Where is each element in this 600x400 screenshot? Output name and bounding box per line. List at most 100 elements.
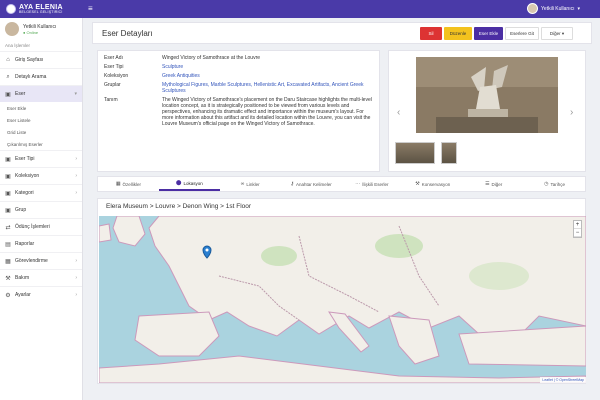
sidebar-subitem-grid[interactable]: Grid Liste [0, 126, 82, 138]
zoom-out-button[interactable]: − [574, 229, 581, 237]
artifact-image[interactable] [416, 57, 558, 133]
artifact-name: Winged Victory of Samothrace at the Louv… [162, 55, 261, 61]
location-breadcrumb: Elera Museum > Louvre > Denon Wing > 1st… [106, 203, 252, 210]
sidebar-item-odunc[interactable]: ⇄ Ödünç İşlemleri [0, 218, 82, 235]
sidebar-item-eser[interactable]: ▣ Eser ▾ [0, 85, 82, 102]
chevron-down-icon: ▾ [74, 91, 77, 97]
tab-properties[interactable]: ▦ Özellikler [98, 177, 159, 191]
detail-tabs: ▦ Özellikler ⬤ Lokasyon ∞ Linkler ⚷ Anahtar … [97, 176, 586, 192]
statue-illustration [416, 57, 558, 133]
sidebar-section-label: Ana İşlemler [5, 43, 31, 48]
list-icon: ☰ [485, 181, 490, 187]
sidebar-item-search[interactable]: ⌕ Detaylı Arama [0, 68, 82, 85]
chevron-right-icon: › [75, 190, 77, 196]
detail-row: Eser Adı Winged Victory of Samothrace at … [104, 55, 373, 61]
clock-icon: ◷ [544, 181, 549, 187]
sidebar-item-gorevlendirme[interactable]: ▦ Görevlendirme › [0, 252, 82, 269]
sidebar-item-eser-tipi[interactable]: ▣ Eser Tipi › [0, 150, 82, 167]
wrench-icon: ⚒ [415, 181, 420, 187]
thumbnail[interactable] [395, 142, 435, 164]
gear-icon: ⚙ [5, 292, 11, 299]
sidebar-user: Yetkili Kullanıcı ● Online [0, 18, 82, 40]
top-navbar: AYA ELENIA BELGESEL GELİŞTİRİCİ ≡ Yetkil… [0, 0, 600, 18]
tab-keywords[interactable]: ⚷ Anahtar Kelimeler [281, 177, 342, 191]
zoom-controls: + − [573, 220, 582, 238]
detail-row: Tanım The Winged Victory of Samothrace's … [104, 97, 372, 127]
swap-icon: ⇄ [5, 224, 11, 231]
chart-icon: ▤ [5, 241, 11, 248]
chevron-left-icon[interactable]: ‹ [397, 107, 400, 118]
sidebar-subitem-list[interactable]: Eser Listele [0, 114, 82, 126]
brand-logo [6, 4, 16, 14]
tab-links[interactable]: ∞ Linkler [220, 177, 281, 191]
tab-related[interactable]: ⋯ İlişkili Eserler [342, 177, 403, 191]
key-icon: ⚷ [290, 181, 294, 187]
chevron-right-icon: › [75, 275, 77, 281]
other-dropdown-button[interactable]: Diğer ▾ [541, 27, 573, 40]
tab-history[interactable]: ◷ Tarihçe [524, 177, 585, 191]
sidebar-item-home[interactable]: ⌂ Giriş Sayfası [0, 51, 82, 68]
delete-button[interactable]: Sil [420, 27, 442, 40]
go-to-artifacts-button[interactable]: Eserlere Git [505, 27, 539, 40]
artifact-type-link[interactable]: Sculpture [162, 64, 373, 70]
chevron-right-icon[interactable]: › [570, 107, 573, 118]
detail-row: Gruplar Mythological Figures, Marble Scul… [104, 82, 373, 94]
user-menu[interactable]: Yetkili Kullanıcı ▾ [527, 3, 580, 14]
detail-row: Koleksiyon Greek Antiquities [104, 73, 373, 79]
collection-link[interactable]: Greek Antiquities [162, 73, 373, 79]
page-title: Eser Detayları [102, 29, 153, 38]
sidebar-subitem-removed[interactable]: Çıkarılmış Eserler [0, 138, 82, 150]
chevron-right-icon: › [75, 258, 77, 264]
sidebar-item-ayarlar[interactable]: ⚙ Ayarlar › [0, 286, 82, 303]
folder-icon: ▣ [5, 156, 11, 163]
zoom-in-button[interactable]: + [574, 221, 581, 229]
groups-links[interactable]: Mythological Figures, Marble Sculptures,… [162, 82, 373, 94]
grid-icon: ▦ [115, 181, 121, 187]
link-icon: ∞ [240, 181, 245, 187]
sidebar: Yetkili Kullanıcı ● Online Ana İşlemler … [0, 18, 83, 400]
map-attribution[interactable]: Leaflet | © OpenStreetMap [540, 377, 586, 383]
clipboard-icon: ▦ [5, 258, 11, 265]
search-icon: ⌕ [6, 73, 10, 80]
location-panel: Elera Museum > Louvre > Denon Wing > 1st… [97, 198, 586, 384]
folder-icon: ▣ [5, 190, 11, 197]
chevron-right-icon: › [75, 292, 77, 298]
relation-icon: ⋯ [355, 181, 361, 187]
avatar [527, 3, 539, 14]
sidebar-item-kategori[interactable]: ▣ Kategori › [0, 184, 82, 201]
chevron-right-icon: › [75, 156, 77, 162]
tab-other[interactable]: ☰ Diğer [463, 177, 524, 191]
folder-icon: ▣ [5, 91, 11, 98]
sidebar-item-bakim[interactable]: ⚒ Bakım › [0, 269, 82, 286]
home-icon: ⌂ [6, 57, 10, 63]
location-map[interactable]: + − Leaflet | © OpenStreetMap [99, 216, 586, 383]
brand-subtitle: BELGESEL GELİŞTİRİCİ [19, 9, 63, 14]
artifact-details: Eser Adı Winged Victory of Samothrace at … [97, 50, 380, 172]
brand[interactable]: AYA ELENIA BELGESEL GELİŞTİRİCİ [0, 0, 88, 18]
sidebar-user-status: ● Online [23, 29, 39, 35]
detail-row: Eser Tipi Sculpture [104, 64, 373, 70]
map-pin-icon: ⬤ [175, 180, 182, 186]
user-name: Yetkili Kullanıcı [541, 5, 575, 12]
image-gallery: ‹ › [388, 50, 586, 172]
folder-icon: ▣ [5, 207, 11, 214]
chevron-down-icon: ▾ [577, 5, 580, 12]
tab-location[interactable]: ⬤ Lokasyon [158, 177, 220, 191]
folder-icon: ▣ [5, 173, 11, 180]
chevron-right-icon: › [75, 173, 77, 179]
edit-button[interactable]: Düzenle [444, 27, 472, 40]
hamburger-icon[interactable]: ≡ [88, 4, 93, 13]
page-header: Eser Detayları Sil Düzenle Eser Ekle Ese… [92, 22, 592, 44]
sidebar-item-koleksiyon[interactable]: ▣ Koleksiyon › [0, 167, 82, 184]
sidebar-subitem-add[interactable]: Eser Ekle [0, 102, 82, 114]
sidebar-item-grup[interactable]: ▣ Grup [0, 201, 82, 218]
map-tiles [99, 216, 586, 383]
artifact-description: The Winged Victory of Samothrace's place… [162, 97, 372, 127]
avatar [5, 22, 19, 36]
sidebar-item-raporlar[interactable]: ▤ Raporlar [0, 235, 82, 252]
tab-conservation[interactable]: ⚒ Konservasyon [402, 177, 463, 191]
wrench-icon: ⚒ [5, 275, 11, 282]
chevron-down-icon: ▾ [561, 30, 565, 36]
add-artifact-button[interactable]: Eser Ekle [474, 27, 503, 40]
thumbnail[interactable] [441, 142, 457, 164]
